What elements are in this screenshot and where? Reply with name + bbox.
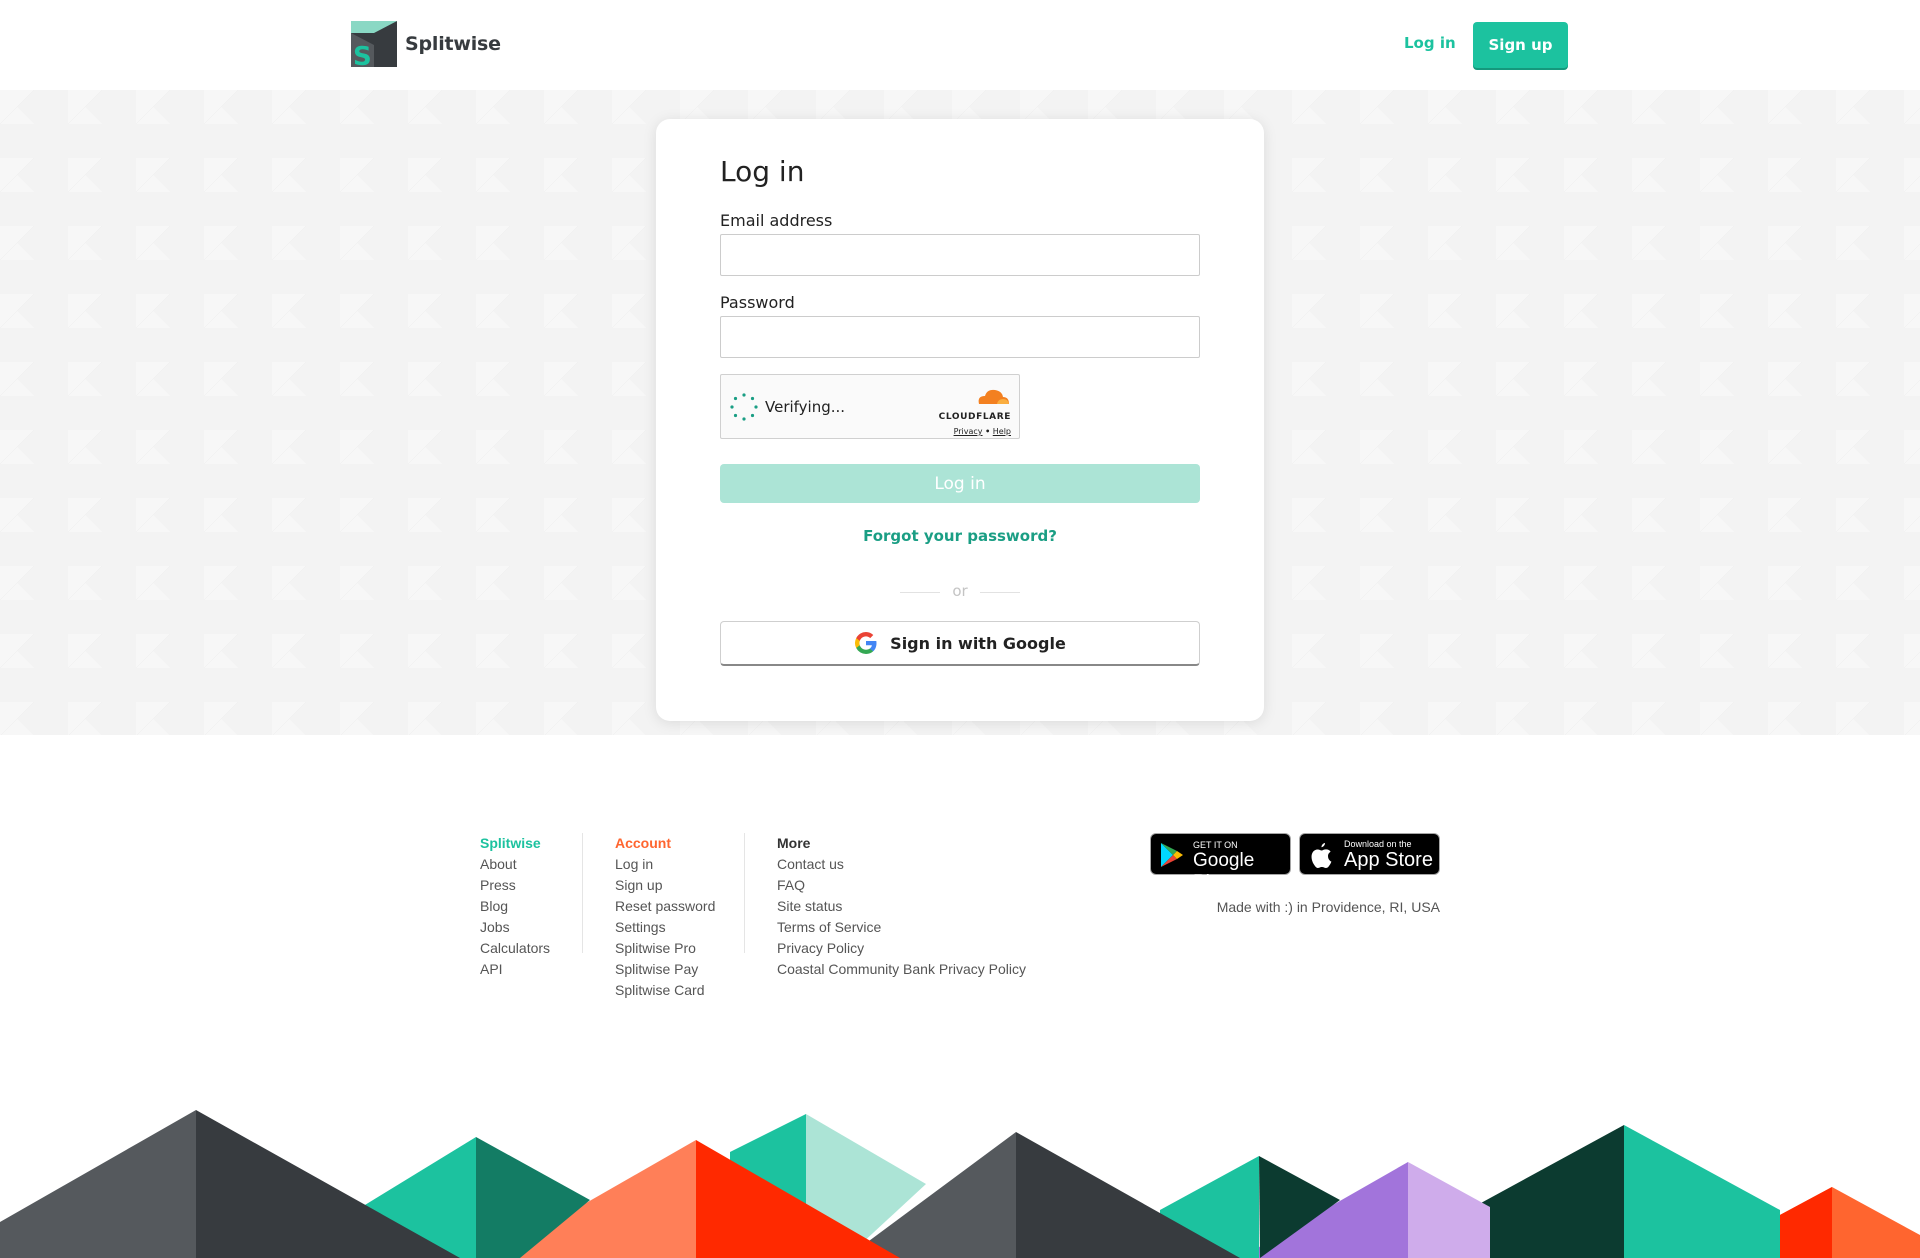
login-title: Log in <box>720 155 805 188</box>
footer-link-api[interactable]: API <box>480 959 550 980</box>
splitwise-logo-icon: S <box>351 21 397 67</box>
footer-link-site-status[interactable]: Site status <box>777 896 1026 917</box>
app-store-small-text: Download on the <box>1344 839 1412 849</box>
footer-link-press[interactable]: Press <box>480 875 550 896</box>
forgot-password-link[interactable]: Forgot your password? <box>720 527 1200 545</box>
captcha-help-link[interactable]: Help <box>993 427 1011 436</box>
cloudflare-cloud-icon <box>978 389 1009 404</box>
footer-column-more: More Contact us FAQ Site status Terms of… <box>777 833 1026 980</box>
google-signin-label: Sign in with Google <box>890 633 1066 653</box>
footer-link-calculators[interactable]: Calculators <box>480 938 550 959</box>
footer-link-about[interactable]: About <box>480 854 550 875</box>
google-play-icon <box>1161 843 1183 867</box>
footer-column-divider <box>744 833 745 953</box>
decorative-mountains-illustration <box>0 1110 1920 1258</box>
captcha-privacy-link[interactable]: Privacy <box>954 427 983 436</box>
footer-link-bank-privacy-policy[interactable]: Coastal Community Bank Privacy Policy <box>777 959 1026 980</box>
google-signin-button[interactable]: Sign in with Google <box>720 621 1200 666</box>
google-play-small-text: GET IT ON <box>1193 840 1238 850</box>
brand-name: Splitwise <box>405 33 501 55</box>
footer-link-jobs[interactable]: Jobs <box>480 917 550 938</box>
cloudflare-captcha-widget[interactable]: Verifying... CLOUDFLARE Privacy • Help <box>720 374 1020 439</box>
password-input[interactable] <box>720 316 1200 358</box>
or-divider-text: or <box>952 582 968 600</box>
or-divider-line-right <box>980 592 1020 593</box>
footer-link-settings[interactable]: Settings <box>615 917 715 938</box>
footer-link-privacy-policy[interactable]: Privacy Policy <box>777 938 1026 959</box>
made-with-text: Made with :) in Providence, RI, USA <box>1216 899 1440 915</box>
footer-link-terms[interactable]: Terms of Service <box>777 917 1026 938</box>
cloudflare-logo: CLOUDFLARE Privacy • Help <box>939 386 1011 436</box>
or-divider: or <box>720 582 1200 602</box>
google-g-icon <box>855 632 877 654</box>
captcha-links: Privacy • Help <box>939 427 1011 436</box>
footer-link-faq[interactable]: FAQ <box>777 875 1026 896</box>
footer-column-splitwise: Splitwise About Press Blog Jobs Calculat… <box>480 833 550 980</box>
email-input[interactable] <box>720 234 1200 276</box>
password-label: Password <box>720 293 795 312</box>
footer-link-splitwise-pro[interactable]: Splitwise Pro <box>615 938 715 959</box>
footer-column-account: Account Log in Sign up Reset password Se… <box>615 833 715 1001</box>
footer-heading-account: Account <box>615 835 671 851</box>
footer-link-splitwise-card[interactable]: Splitwise Card <box>615 980 715 1001</box>
footer-link-login[interactable]: Log in <box>615 854 715 875</box>
header-login-link[interactable]: Log in <box>1404 33 1456 53</box>
footer-link-blog[interactable]: Blog <box>480 896 550 917</box>
footer-link-reset-password[interactable]: Reset password <box>615 896 715 917</box>
splitwise-logo-link[interactable]: S Splitwise <box>351 21 501 67</box>
captcha-status: Verifying... <box>765 398 846 416</box>
app-store-badge[interactable]: Download on the App Store <box>1299 833 1440 875</box>
google-play-badge[interactable]: GET IT ON Google Play <box>1150 833 1291 893</box>
footer-link-signup[interactable]: Sign up <box>615 875 715 896</box>
captcha-link-separator: • <box>985 427 991 436</box>
login-card: Log in Email address Password Verifying.… <box>656 119 1264 721</box>
google-play-big-text: Google Play <box>1193 850 1255 893</box>
svg-text:S: S <box>353 42 372 67</box>
footer-column-divider <box>582 833 583 953</box>
cloudflare-wordmark: CLOUDFLARE <box>938 412 1011 422</box>
footer-link-splitwise-pay[interactable]: Splitwise Pay <box>615 959 715 980</box>
email-label: Email address <box>720 211 833 230</box>
footer-heading-splitwise: Splitwise <box>480 835 541 851</box>
apple-icon <box>1311 843 1332 868</box>
footer-link-contact-us[interactable]: Contact us <box>777 854 1026 875</box>
login-submit-button[interactable]: Log in <box>720 464 1200 503</box>
loading-spinner-icon <box>730 393 758 421</box>
app-store-big-text: App Store <box>1344 849 1433 871</box>
site-header: S Splitwise Log in Sign up <box>0 0 1920 90</box>
header-signup-button[interactable]: Sign up <box>1473 22 1568 68</box>
footer-heading-more: More <box>777 835 811 851</box>
